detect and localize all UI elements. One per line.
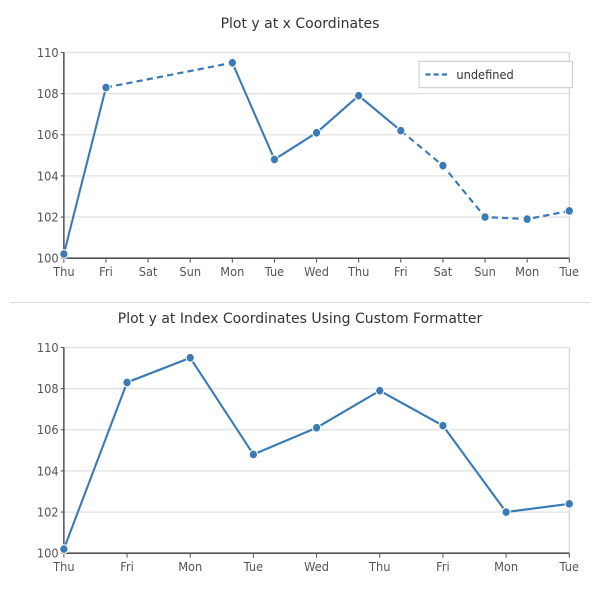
chart2-title: Plot y at Index Coordinates Using Custom… bbox=[118, 311, 483, 327]
svg-text:108: 108 bbox=[37, 87, 59, 101]
svg-text:110: 110 bbox=[37, 46, 59, 60]
svg-text:Thu: Thu bbox=[52, 559, 74, 573]
svg-text:Fri: Fri bbox=[99, 264, 113, 278]
svg-text:undefined: undefined bbox=[456, 68, 513, 82]
main-container: Plot y at x Coordinates 1001021041061081… bbox=[0, 0, 600, 600]
svg-text:Sun: Sun bbox=[474, 264, 496, 278]
svg-text:104: 104 bbox=[37, 464, 59, 478]
svg-text:Sat: Sat bbox=[434, 264, 453, 278]
svg-text:Mon: Mon bbox=[220, 264, 244, 278]
svg-text:106: 106 bbox=[37, 423, 59, 437]
svg-text:Tue: Tue bbox=[264, 264, 284, 278]
svg-text:Thu: Thu bbox=[52, 264, 74, 278]
chart1-area: 100102104106108110ThuFriSatSunMonTueWedT… bbox=[10, 36, 590, 300]
chart2-svg: 100102104106108110ThuFriMonTueWedThuFriM… bbox=[10, 331, 590, 595]
svg-text:102: 102 bbox=[37, 210, 59, 224]
chart2-area: 100102104106108110ThuFriMonTueWedThuFriM… bbox=[10, 331, 590, 595]
svg-text:Wed: Wed bbox=[304, 264, 329, 278]
svg-text:Tue: Tue bbox=[243, 559, 263, 573]
svg-text:Tue: Tue bbox=[559, 264, 579, 278]
chart1-section: Plot y at x Coordinates 1001021041061081… bbox=[10, 10, 590, 300]
svg-text:108: 108 bbox=[37, 382, 59, 396]
svg-text:Fri: Fri bbox=[120, 559, 134, 573]
svg-text:104: 104 bbox=[37, 169, 59, 183]
svg-text:Fri: Fri bbox=[436, 559, 450, 573]
svg-text:Tue: Tue bbox=[559, 559, 579, 573]
svg-text:Mon: Mon bbox=[494, 559, 518, 573]
svg-text:102: 102 bbox=[37, 505, 59, 519]
svg-text:106: 106 bbox=[37, 128, 59, 142]
svg-text:Mon: Mon bbox=[515, 264, 539, 278]
chart2-section: Plot y at Index Coordinates Using Custom… bbox=[10, 305, 590, 595]
svg-text:Thu: Thu bbox=[368, 559, 390, 573]
svg-text:110: 110 bbox=[37, 341, 59, 355]
chart1-svg: 100102104106108110ThuFriSatSunMonTueWedT… bbox=[10, 36, 590, 300]
svg-text:Mon: Mon bbox=[178, 559, 202, 573]
svg-text:Sat: Sat bbox=[139, 264, 158, 278]
svg-text:Fri: Fri bbox=[394, 264, 408, 278]
svg-text:Wed: Wed bbox=[304, 559, 329, 573]
chart1-title: Plot y at x Coordinates bbox=[221, 16, 380, 32]
svg-text:Sun: Sun bbox=[179, 264, 201, 278]
chart-divider bbox=[10, 302, 590, 303]
svg-text:Thu: Thu bbox=[347, 264, 369, 278]
